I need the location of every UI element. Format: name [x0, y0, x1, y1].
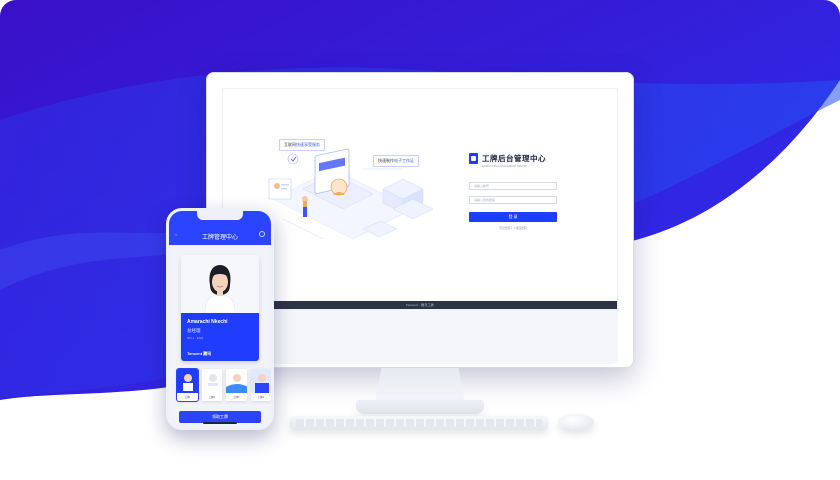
badge-template-thumb[interactable]: 工牌2: [201, 369, 222, 401]
portrait-image: [181, 255, 259, 314]
badge-info: Amarachi Nkechi 总经理 NO.1 · 2021 Tencent …: [181, 313, 259, 361]
password-field[interactable]: 请输入您的密码: [469, 196, 557, 204]
screen-footer: Tencent · 腾讯工牌: [223, 301, 617, 309]
username-field[interactable]: 请输入帐号: [469, 182, 557, 190]
badge-template-thumb[interactable]: 工牌4: [250, 369, 271, 401]
phone: < 工牌管理中心 Amarachi Nkechi 总经理 NO.1 · 2021…: [166, 208, 274, 430]
login-title: 工牌后台管理中心: [482, 154, 546, 163]
monitor-chin: [222, 310, 618, 364]
work-badge-card: Amarachi Nkechi 总经理 NO.1 · 2021 Tencent …: [181, 255, 259, 361]
marketing-stage: 互联网快速享受服务 快速制作电子工作证 工牌后台管理中心 WORK CARD M…: [0, 0, 840, 480]
monitor-foot: [356, 400, 484, 414]
illustration-callout-1: 互联网快速享受服务: [279, 139, 325, 151]
badge-template-list: 工牌1 工牌2 工牌3 工牌4: [176, 368, 271, 403]
mouse: [558, 414, 594, 430]
phone-notch: [197, 211, 243, 220]
more-icon[interactable]: [259, 231, 265, 237]
badge-name: Amarachi Nkechi: [187, 319, 228, 325]
phone-title: 工牌管理中心: [201, 235, 238, 241]
illustration-callout-2: 快速制作电子工作证: [373, 155, 419, 167]
badge-photo: [181, 255, 259, 314]
footer-text: Tencent · 腾讯工牌: [406, 303, 434, 307]
badge-brand: Tencent 腾讯: [187, 351, 212, 356]
login-subtitle: WORK CARD MANAGEMENT CENTER: [482, 165, 528, 168]
login-brand: 工牌后台管理中心: [469, 153, 561, 164]
login-button[interactable]: 登 录: [469, 212, 557, 222]
desktop-screen: 互联网快速享受服务 快速制作电子工作证 工牌后台管理中心 WORK CARD M…: [222, 88, 618, 310]
badge-template-thumb[interactable]: 工牌3: [226, 369, 247, 401]
phone-body: Amarachi Nkechi 总经理 NO.1 · 2021 Tencent …: [169, 245, 271, 427]
keyboard: [290, 416, 548, 430]
badge-template-thumb[interactable]: 工牌1: [176, 368, 199, 402]
id-card-icon: [469, 153, 478, 164]
login-panel: 工牌后台管理中心 WORK CARD MANAGEMENT CENTER 请输入…: [469, 153, 561, 230]
home-indicator: [203, 422, 237, 424]
badge-role: 总经理: [187, 328, 201, 333]
badge-id: NO.1 · 2021: [187, 336, 204, 340]
login-footer-links[interactable]: 忘记密码？ | 找回密码: [469, 226, 557, 230]
